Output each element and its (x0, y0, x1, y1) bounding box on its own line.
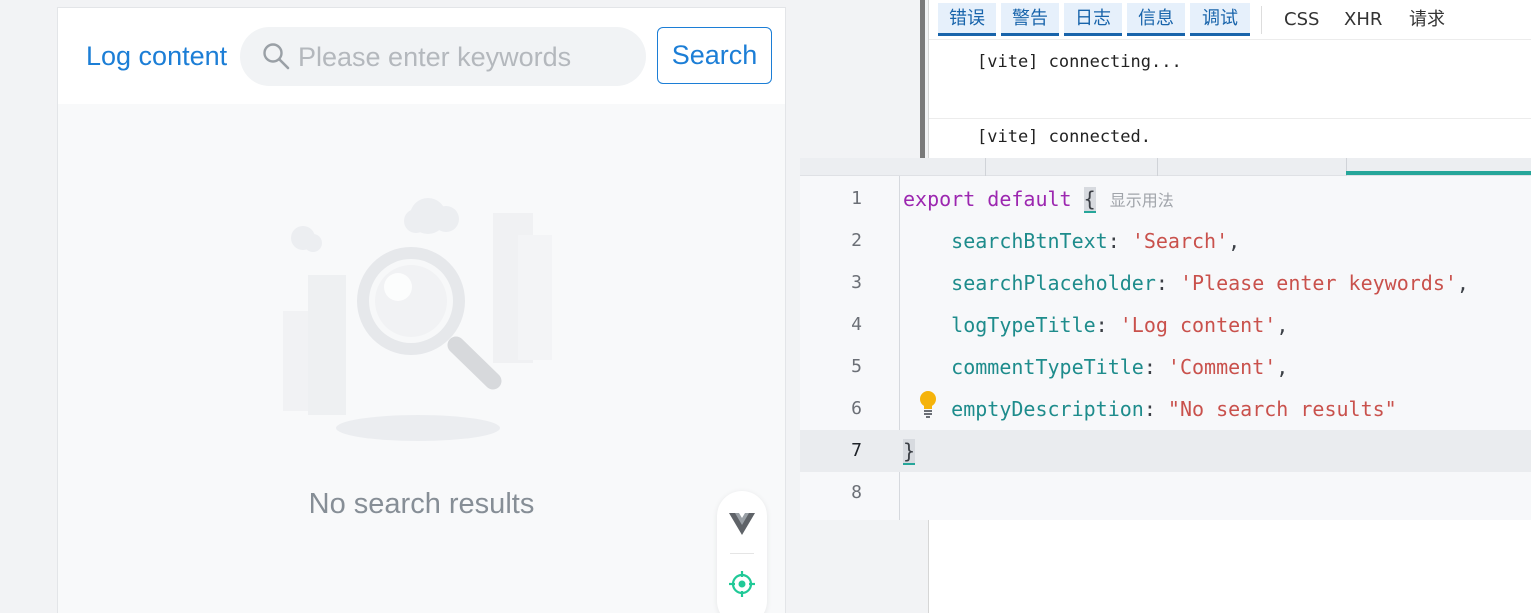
string-value: 'Please enter keywords' (1179, 271, 1457, 295)
line-number: 4 (851, 314, 862, 335)
app-preview: Log content Search (57, 7, 786, 613)
code-line-5[interactable]: 5 commentTypeTitle: 'Comment', (800, 346, 1531, 388)
line-number: 2 (851, 230, 862, 251)
console-message: [vite] connecting... (929, 40, 1531, 119)
line-number: 1 (851, 188, 862, 209)
string-value: 'Log content' (1119, 313, 1277, 337)
property-name: searchPlaceholder (951, 271, 1156, 295)
code-text: emptyDescription: "No search results" (951, 397, 1397, 421)
filter-requests[interactable]: 请求 (1409, 5, 1445, 35)
log-type-title[interactable]: Log content (86, 39, 227, 73)
console-message-text: [vite] connecting... (977, 52, 1182, 72)
tab-info[interactable]: 信息 (1127, 3, 1185, 36)
vue-devtools-icon[interactable] (729, 511, 755, 535)
code-line-3[interactable]: 3 searchPlaceholder: 'Please enter keywo… (800, 262, 1531, 304)
tab-logs[interactable]: 日志 (1064, 3, 1122, 36)
string-value: 'Comment' (1167, 355, 1277, 379)
trailing-comma: , (1276, 355, 1289, 379)
code-line-6[interactable]: 6 emptyDescription: "No search results" (800, 388, 1531, 430)
empty-description: No search results (308, 488, 535, 520)
resize-splitter[interactable] (920, 0, 925, 158)
code-line-4[interactable]: 4 logTypeTitle: 'Log content', (800, 304, 1531, 346)
line-number: 3 (851, 272, 862, 293)
console-message-text: [vite] connected. (977, 127, 1151, 147)
property-name: logTypeTitle (951, 313, 1096, 337)
console-toolbar: 错误 警告 日志 信息 调试 CSS XHR 请求 (929, 0, 1531, 40)
usage-inlay-hint[interactable]: 显示用法 (1110, 191, 1174, 210)
code-text: } (903, 430, 916, 472)
search-input[interactable] (298, 37, 628, 77)
line-number: 7 (851, 440, 862, 461)
tab-errors[interactable]: 错误 (938, 3, 996, 36)
code-text: searchPlaceholder: 'Please enter keyword… (951, 271, 1469, 295)
search-button[interactable]: Search (657, 27, 772, 84)
code-line-2[interactable]: 2 searchBtnText: 'Search', (800, 220, 1531, 262)
string-value: "No search results" (1167, 397, 1397, 421)
empty-search-illustration (283, 198, 552, 441)
code-text: export default { 显示用法 (903, 178, 1174, 222)
trailing-comma: , (1276, 313, 1289, 337)
code-text: commentTypeTitle: 'Comment', (951, 355, 1289, 379)
tab-debug[interactable]: 调试 (1190, 3, 1250, 36)
line-number: 6 (851, 398, 862, 419)
line-number: 5 (851, 356, 862, 377)
close-brace: } (903, 439, 916, 465)
active-tab-indicator[interactable] (1346, 171, 1531, 175)
keyword: export (903, 187, 976, 211)
code-text: logTypeTitle: 'Log content', (951, 313, 1289, 337)
line-number: 8 (851, 482, 862, 503)
tab-divider (985, 158, 986, 176)
filter-css[interactable]: CSS (1284, 5, 1319, 35)
property-name: commentTypeTitle (951, 355, 1144, 379)
code-line-7[interactable]: 7 } (800, 430, 1531, 472)
locate-target-icon[interactable] (729, 571, 755, 597)
code-text: searchBtnText: 'Search', (951, 229, 1241, 253)
open-brace: { (1083, 187, 1096, 213)
screen: Log content Search (0, 0, 1531, 613)
lightbulb-icon[interactable] (918, 390, 938, 418)
toolbar-divider (1261, 6, 1262, 34)
trailing-comma: , (1456, 271, 1469, 295)
search-icon (263, 43, 290, 70)
tab-divider (1157, 158, 1158, 176)
string-value: 'Search' (1131, 229, 1229, 253)
search-box[interactable] (240, 27, 646, 86)
trailing-comma: , (1228, 229, 1241, 253)
console-message: [vite] connected. (929, 119, 1531, 159)
toolbar-separator (730, 553, 754, 554)
code-editor[interactable]: 1 export default { 显示用法 2 searchBtnText: … (800, 158, 1531, 520)
property-name: searchBtnText (951, 229, 1108, 253)
floating-toolbar (717, 491, 767, 613)
filter-xhr[interactable]: XHR (1344, 5, 1382, 35)
property-name: emptyDescription (951, 397, 1144, 421)
tab-warnings[interactable]: 警告 (1001, 3, 1059, 36)
editor-tab-strip (800, 158, 1531, 176)
search-header: Log content Search (58, 8, 785, 104)
code-line-8[interactable]: 8 (800, 472, 1531, 514)
keyword: default (987, 187, 1072, 211)
code-line-1[interactable]: 1 export default { 显示用法 (800, 178, 1531, 220)
